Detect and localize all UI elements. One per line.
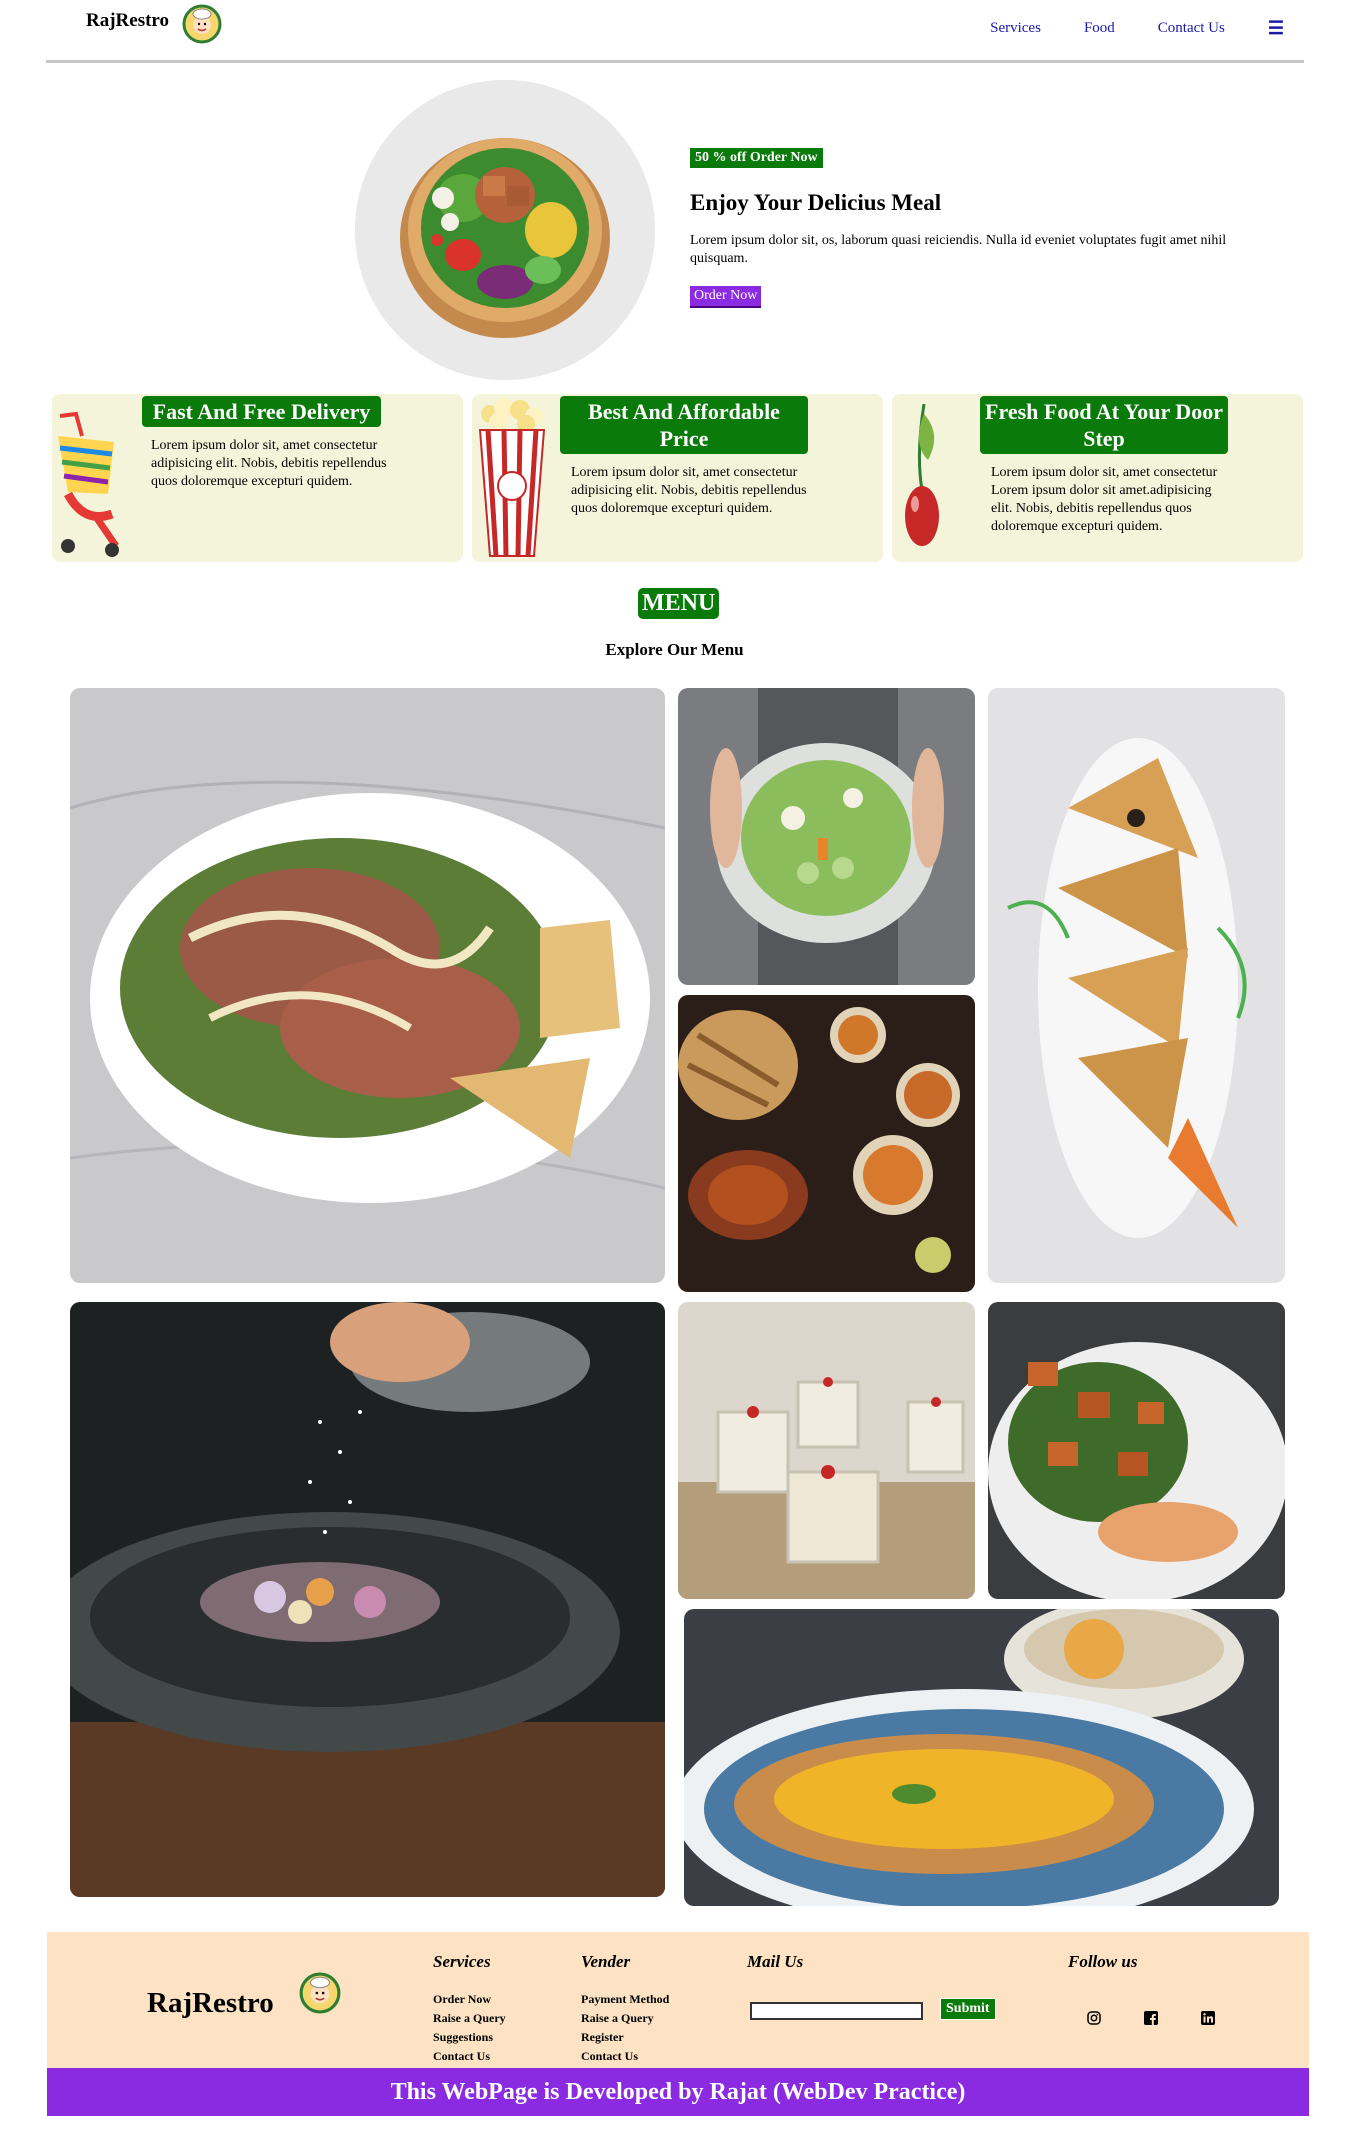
hero-description: Lorem ipsum dolor sit, os, laborum quasi… [690, 233, 1227, 266]
navbar: RajRestro Services Food Contact Us ☰ [46, 0, 1304, 63]
footer-link[interactable]: Register [581, 2028, 669, 2047]
feature-title: Best And Affordable Price [560, 396, 808, 454]
menu-image-stone-bowl[interactable] [70, 1302, 665, 1897]
menu-image-caesar-salad[interactable] [70, 688, 665, 1283]
feature-card-fresh: Fresh Food At Your Door Step Lorem ipsum… [892, 394, 1303, 562]
linkedin-icon[interactable] [1200, 2010, 1216, 2026]
hero-image [355, 80, 655, 380]
footer-mail: Mail Us [747, 1952, 803, 1990]
menu-image-indian-dishes[interactable] [678, 995, 975, 1292]
footer-brand: RajRestro [147, 1987, 274, 2019]
footer-services: Services Order Now Raise a Query Suggest… [433, 1952, 506, 2066]
feature-card-delivery: Fast And Free Delivery Lorem ipsum dolor… [52, 394, 463, 562]
chef-logo-icon [182, 4, 222, 44]
footer-vender-heading: Vender [581, 1952, 631, 1971]
facebook-icon[interactable] [1143, 2010, 1159, 2026]
menu-subtitle: Explore Our Menu [605, 640, 744, 659]
feature-description: Lorem ipsum dolor sit, amet consectetur … [151, 438, 387, 489]
menu-image-orange-tart[interactable] [684, 1609, 1279, 1906]
feature-description: Lorem ipsum dolor sit, amet consectetur … [571, 465, 807, 516]
footer-link[interactable]: Suggestions [433, 2028, 506, 2047]
cart-icon [58, 411, 119, 557]
submit-button[interactable]: Submit [940, 1998, 996, 2020]
footer-link[interactable]: Contact Us [433, 2047, 506, 2066]
footer-services-heading: Services [433, 1952, 491, 1971]
feature-title: Fast And Free Delivery [142, 396, 381, 427]
hero-title: Enjoy Your Delicius Meal [690, 190, 942, 215]
hamburger-menu-icon[interactable]: ☰ [1268, 18, 1284, 39]
discount-badge[interactable]: 50 % off Order Now [690, 148, 823, 168]
email-field[interactable] [750, 2002, 923, 2020]
feature-card-price: Best And Affordable Price Lorem ipsum do… [472, 394, 883, 562]
chef-logo-icon [299, 1972, 341, 2014]
feature-title: Fresh Food At Your Door Step [980, 396, 1228, 454]
cherry-icon [905, 404, 939, 546]
popcorn-icon [478, 398, 546, 557]
footer-link[interactable]: Order Now [433, 1990, 506, 2009]
nav-link-contact[interactable]: Contact Us [1158, 20, 1225, 37]
nav-link-food[interactable]: Food [1084, 20, 1115, 37]
feature-description: Lorem ipsum dolor sit, amet consectetur … [991, 465, 1218, 534]
footer-follow-heading: Follow us [1068, 1952, 1138, 1971]
brand-name[interactable]: RajRestro [86, 10, 169, 32]
order-now-button[interactable]: Order Now [690, 286, 762, 308]
footer-link[interactable]: Contact Us [581, 2047, 669, 2066]
copyright-bar: This WebPage is Developed by Rajat (WebD… [47, 2068, 1309, 2116]
menu-image-chicken-spinach[interactable] [988, 1302, 1285, 1599]
footer-follow: Follow us [1068, 1952, 1137, 1990]
footer-link[interactable]: Raise a Query [433, 2009, 506, 2028]
instagram-icon[interactable] [1086, 2010, 1102, 2026]
nav-links: Services Food Contact Us ☰ [990, 18, 1284, 39]
menu-image-green-salad[interactable] [678, 688, 975, 985]
footer-link[interactable]: Payment Method [581, 1990, 669, 2009]
nav-link-services[interactable]: Services [990, 20, 1041, 37]
footer-vender: Vender Payment Method Raise a Query Regi… [581, 1952, 669, 2066]
menu-image-quesadilla[interactable] [988, 688, 1285, 1283]
menu-title: MENU [638, 588, 720, 619]
hero-text: 50 % off Order Now Enjoy Your Delicius M… [690, 148, 1280, 308]
footer-link[interactable]: Raise a Query [581, 2009, 669, 2028]
footer-mail-heading: Mail Us [747, 1952, 804, 1971]
menu-image-dessert-cups[interactable] [678, 1302, 975, 1599]
